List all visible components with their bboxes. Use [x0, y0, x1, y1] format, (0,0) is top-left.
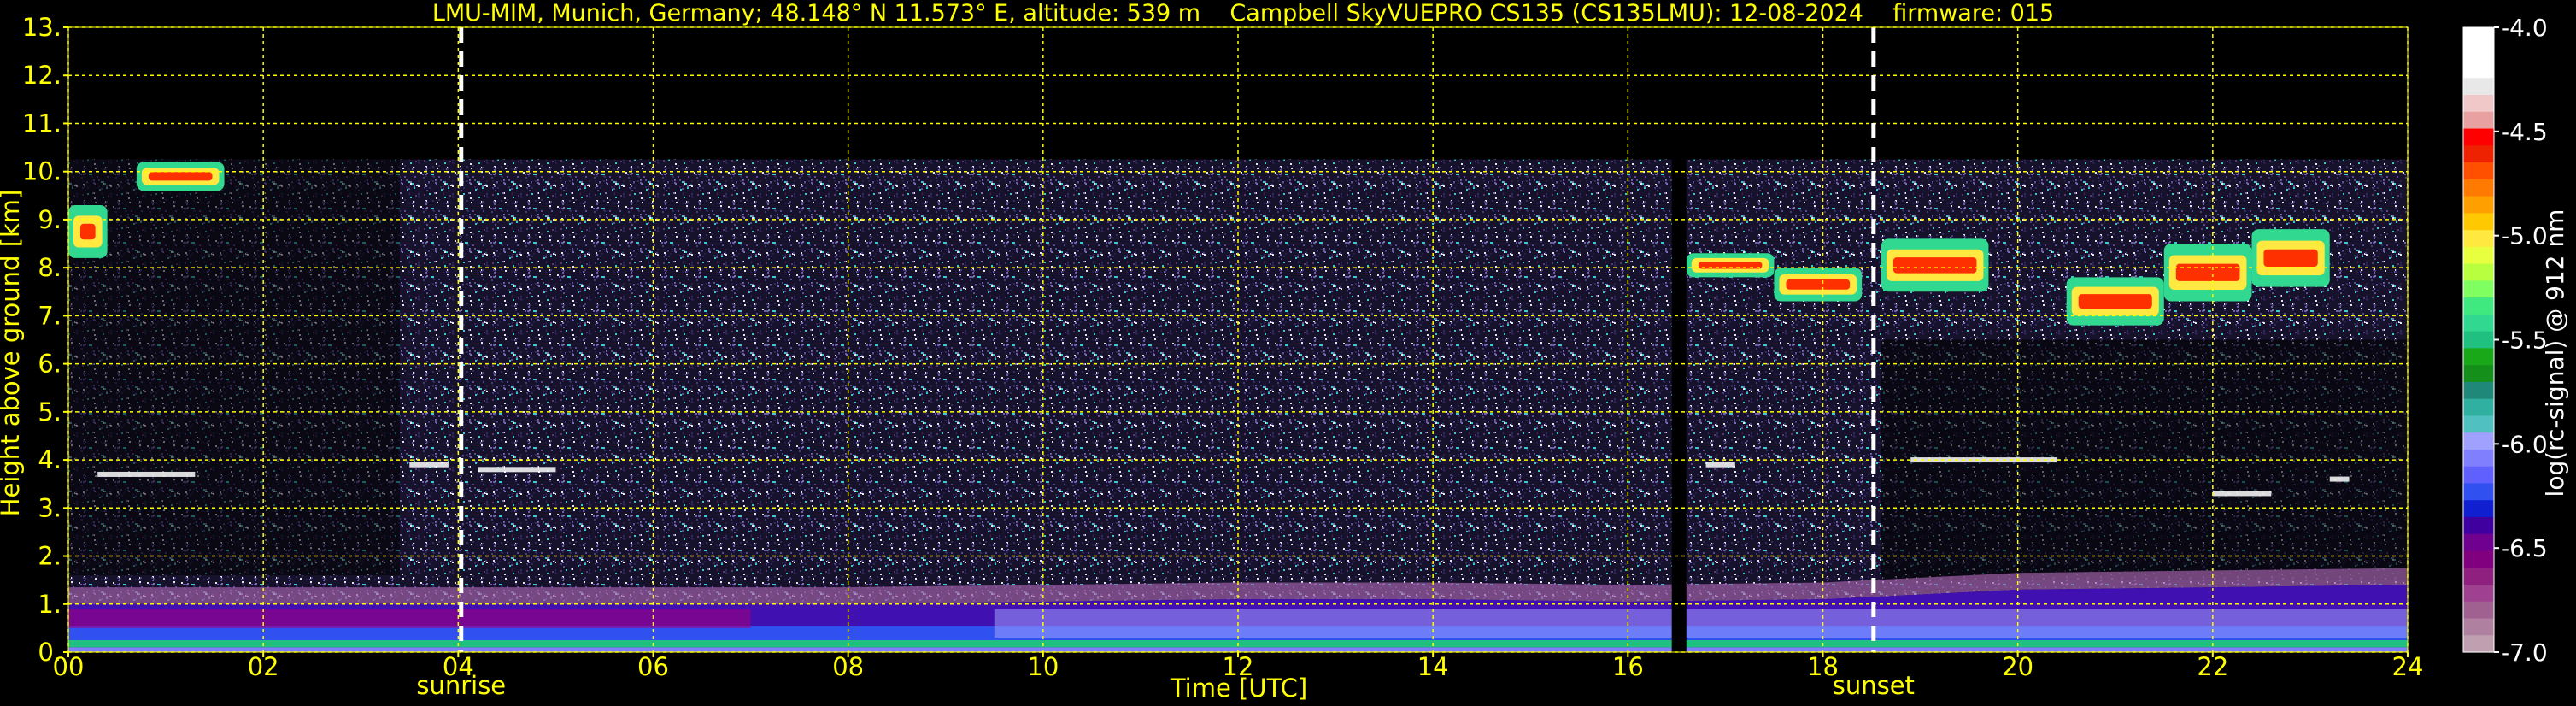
colorbar-segment — [2463, 78, 2494, 96]
x-tick-label: 02 — [248, 652, 279, 681]
x-tick-label: 10 — [1027, 652, 1059, 681]
x-tick-label: 22 — [2197, 652, 2228, 681]
colorbar-segment — [2463, 27, 2494, 45]
x-tick-label: 00 — [53, 652, 85, 681]
colorbar-segment — [2463, 601, 2494, 620]
colorbar-segment — [2463, 213, 2494, 231]
y-tick-label: 2. — [38, 542, 62, 571]
low-cloud-streak — [97, 471, 196, 477]
low-cloud-streak — [409, 462, 449, 468]
colorbar-segment — [2463, 162, 2494, 180]
cirrus-core — [1892, 257, 1977, 274]
aerosol-morning-magenta — [68, 609, 751, 628]
x-tick-label: 06 — [637, 652, 669, 681]
cirrus-core — [2263, 249, 2318, 268]
night-dim-morning — [68, 159, 400, 576]
colorbar-segment — [2463, 280, 2494, 298]
x-axis-label: Time [UTC] — [1170, 674, 1307, 703]
colorbar-segment — [2463, 314, 2494, 332]
x-tick-label: 20 — [2002, 652, 2033, 681]
x-tick-label: 14 — [1417, 652, 1449, 681]
x-tick-label: 24 — [2392, 652, 2424, 681]
y-tick-label: 1. — [38, 590, 62, 619]
y-tick-label: 5. — [38, 397, 62, 427]
colorbar-segment — [2463, 196, 2494, 214]
colorbar-segment — [2463, 246, 2494, 265]
colorbar-segment — [2463, 415, 2494, 433]
chart-title: LMU-MIM, Munich, Germany; 48.148° N 11.5… — [432, 0, 2054, 26]
y-tick-label: 13. — [22, 13, 62, 42]
colorbar-segment — [2463, 483, 2494, 501]
aerosol-afternoon-light — [994, 609, 2408, 638]
colorbar-tick-label: -7.0 — [2501, 638, 2548, 667]
y-tick-label: 11. — [22, 109, 62, 138]
colorbar-segment — [2463, 365, 2494, 383]
y-tick-label: 6. — [38, 350, 62, 379]
cirrus-core — [2175, 263, 2240, 281]
colorbar-segment — [2463, 230, 2494, 248]
colorbar-segment — [2463, 398, 2494, 417]
colorbar-segment — [2463, 263, 2494, 281]
colorbar-tick-label: -4.0 — [2501, 14, 2548, 42]
colorbar-segment — [2463, 111, 2494, 130]
cirrus-core — [2078, 294, 2152, 309]
colorbar-segment — [2463, 61, 2494, 79]
y-tick-label: 8. — [38, 253, 62, 282]
colorbar-segment — [2463, 95, 2494, 113]
plot-area — [67, 26, 2409, 653]
colorbar-segment — [2463, 449, 2494, 468]
data-gap-bar — [1671, 159, 1687, 652]
colorbar-segment — [2463, 533, 2494, 552]
y-tick-label: 4. — [38, 445, 62, 474]
event-label-sunset: sunset — [1833, 671, 1915, 700]
low-cloud-streak — [2212, 491, 2272, 497]
colorbar-segment — [2463, 550, 2494, 568]
cirrus-core — [1786, 279, 1851, 290]
event-label-sunrise: sunrise — [416, 671, 506, 700]
colorbar-segment — [2463, 500, 2494, 518]
low-cloud-streak — [478, 467, 556, 473]
colorbar-segment — [2463, 618, 2494, 636]
y-tick-label: 3. — [38, 493, 62, 522]
cirrus-core — [80, 223, 96, 240]
y-axis-label: Height above ground [km] — [0, 190, 25, 517]
colorbar-segment — [2463, 179, 2494, 197]
colorbar-segment — [2463, 331, 2494, 349]
colorbar-segment — [2463, 516, 2494, 535]
colorbar-tick-label: -4.5 — [2501, 118, 2548, 146]
colorbar-segment — [2463, 145, 2494, 163]
cirrus-core — [148, 172, 213, 181]
x-tick-label: 08 — [832, 652, 864, 681]
colorbar-segment — [2463, 432, 2494, 450]
ceilometer-figure: 0.1.2.3.4.5.6.7.8.9.10.11.12.13. 00 02 04 0… — [0, 0, 2576, 706]
colorbar-segment — [2463, 584, 2494, 603]
colorbar-segment — [2463, 128, 2494, 146]
y-tick-label: 7. — [38, 301, 62, 330]
low-cloud-streak — [2329, 476, 2350, 482]
colorbar-segment — [2463, 44, 2494, 62]
y-tick-label: 12. — [22, 61, 62, 90]
y-tick-label: 10. — [22, 157, 62, 186]
y-tick-label: 9. — [38, 205, 62, 234]
colorbar-label: log(rc-signal) @ 912 nm — [2541, 209, 2569, 497]
colorbar-segment — [2463, 348, 2494, 366]
colorbar-segment — [2463, 635, 2494, 653]
x-tick-label: 16 — [1612, 652, 1644, 681]
colorbar-tick-label: -6.5 — [2501, 534, 2548, 562]
colorbar-segment — [2463, 381, 2494, 400]
colorbar-segment — [2463, 466, 2494, 485]
colorbar-segment — [2463, 297, 2494, 315]
low-cloud-streak — [1705, 462, 1735, 468]
colorbar-segment — [2463, 568, 2494, 585]
